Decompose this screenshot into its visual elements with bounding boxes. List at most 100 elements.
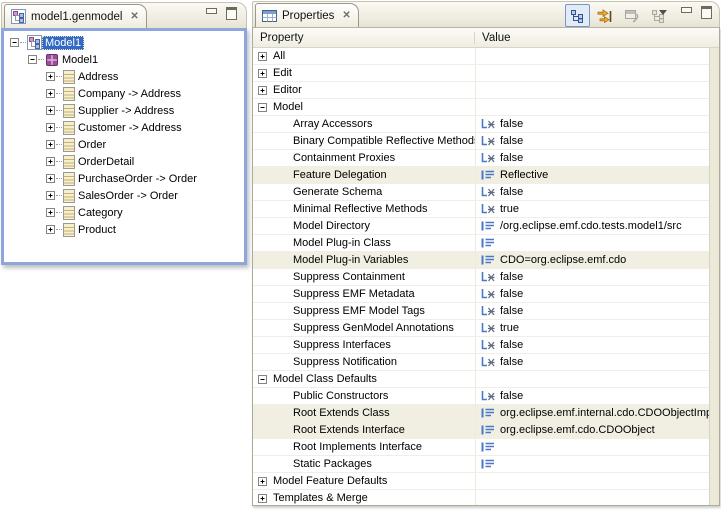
tree-item-label[interactable]: Category	[75, 206, 126, 220]
tree-item[interactable]: PurchaseOrder -> Order	[4, 170, 244, 187]
property-value-cell[interactable]: false	[475, 269, 719, 285]
tree-item[interactable]: Address	[4, 68, 244, 85]
collapse-toggle-icon[interactable]	[258, 375, 267, 384]
expand-toggle-icon[interactable]	[46, 89, 55, 98]
property-value-cell[interactable]: false	[475, 116, 719, 132]
property-name-cell[interactable]: Edit	[253, 65, 475, 81]
property-name-cell[interactable]: Suppress Interfaces	[253, 337, 475, 353]
maximize-button[interactable]	[699, 6, 713, 18]
tree-item-label[interactable]: Address	[75, 70, 121, 84]
property-value-cell[interactable]: false	[475, 303, 719, 319]
expand-toggle-icon[interactable]	[46, 191, 55, 200]
property-name-cell[interactable]: Suppress Containment	[253, 269, 475, 285]
property-name-cell[interactable]: Static Packages	[253, 456, 475, 472]
properties-category-row[interactable]: Templates & Merge	[253, 490, 719, 506]
properties-row[interactable]: Model Plug-in VariablesCDO=org.eclipse.e…	[253, 252, 719, 269]
property-name-cell[interactable]: Root Implements Interface	[253, 439, 475, 455]
close-icon[interactable]: ✕	[342, 11, 350, 21]
properties-category-row[interactable]: Editor	[253, 82, 719, 99]
properties-row[interactable]: Root Extends Classorg.eclipse.emf.intern…	[253, 405, 719, 422]
expand-toggle-icon[interactable]	[46, 106, 55, 115]
expand-toggle-icon[interactable]	[46, 208, 55, 217]
property-value-cell[interactable]: false	[475, 286, 719, 302]
property-name-cell[interactable]: Minimal Reflective Methods	[253, 201, 475, 217]
properties-category-row[interactable]: Edit	[253, 65, 719, 82]
maximize-button[interactable]	[224, 7, 238, 19]
tree-item[interactable]: SalesOrder -> Order	[4, 187, 244, 204]
show-advanced-properties-button[interactable]	[592, 4, 617, 27]
expand-toggle-icon[interactable]	[46, 157, 55, 166]
properties-row[interactable]: Feature DelegationReflective	[253, 167, 719, 184]
properties-row[interactable]: Containment Proxiesfalse	[253, 150, 719, 167]
tree-item-label[interactable]: PurchaseOrder -> Order	[75, 172, 200, 186]
property-name-cell[interactable]: Model Plug-in Class	[253, 235, 475, 251]
column-header-property[interactable]: Property	[253, 32, 475, 44]
expand-toggle-icon[interactable]	[258, 86, 267, 95]
property-value-cell[interactable]: false	[475, 388, 719, 404]
property-name-cell[interactable]: Root Extends Class	[253, 405, 475, 421]
property-value-cell[interactable]: true	[475, 320, 719, 336]
view-menu-icon[interactable]	[659, 10, 667, 15]
property-value-cell[interactable]: org.eclipse.emf.internal.cdo.CDOObjectIm…	[475, 405, 719, 421]
property-value-cell[interactable]	[475, 490, 719, 506]
property-name-cell[interactable]: Suppress Notification	[253, 354, 475, 370]
property-value-cell[interactable]: Reflective	[475, 167, 719, 183]
properties-row[interactable]: Root Extends Interfaceorg.eclipse.emf.cd…	[253, 422, 719, 439]
tree-item-label[interactable]: Product	[75, 223, 119, 237]
property-value-cell[interactable]	[475, 65, 719, 81]
expand-toggle-icon[interactable]	[258, 69, 267, 78]
properties-row[interactable]: Model Directory/org.eclipse.emf.cdo.test…	[253, 218, 719, 235]
property-value-cell[interactable]	[475, 99, 719, 115]
property-name-cell[interactable]: Public Constructors	[253, 388, 475, 404]
property-value-cell[interactable]: true	[475, 201, 719, 217]
property-value-cell[interactable]: /org.eclipse.emf.cdo.tests.model1/src	[475, 218, 719, 234]
expand-toggle-icon[interactable]	[258, 494, 267, 503]
properties-category-row[interactable]: Model Class Defaults	[253, 371, 719, 388]
property-value-cell[interactable]	[475, 456, 719, 472]
properties-row[interactable]: Generate Schemafalse	[253, 184, 719, 201]
property-name-cell[interactable]: Feature Delegation	[253, 167, 475, 183]
expand-toggle-icon[interactable]	[46, 140, 55, 149]
tree-item-label[interactable]: OrderDetail	[75, 155, 137, 169]
property-name-cell[interactable]: All	[253, 48, 475, 64]
collapse-toggle-icon[interactable]	[258, 103, 267, 112]
properties-row[interactable]: Suppress EMF Metadatafalse	[253, 286, 719, 303]
expand-toggle-icon[interactable]	[46, 72, 55, 81]
properties-row[interactable]: Suppress EMF Model Tagsfalse	[253, 303, 719, 320]
tree-item[interactable]: Category	[4, 204, 244, 221]
tree-item[interactable]: Customer -> Address	[4, 119, 244, 136]
collapse-toggle-icon[interactable]	[10, 38, 19, 47]
minimize-button[interactable]	[679, 6, 693, 18]
property-value-cell[interactable]: false	[475, 184, 719, 200]
table-column-header[interactable]: Property Value	[253, 28, 719, 48]
tree-item[interactable]: Model1	[4, 51, 244, 68]
properties-category-row[interactable]: All	[253, 48, 719, 65]
property-value-cell[interactable]: false	[475, 337, 719, 353]
property-name-cell[interactable]: Model Directory	[253, 218, 475, 234]
property-name-cell[interactable]: Suppress EMF Metadata	[253, 286, 475, 302]
properties-row[interactable]: Model Plug-in Class	[253, 235, 719, 252]
properties-row[interactable]: Suppress Interfacesfalse	[253, 337, 719, 354]
properties-row[interactable]: Static Packages	[253, 456, 719, 473]
property-name-cell[interactable]: Generate Schema	[253, 184, 475, 200]
property-value-cell[interactable]	[475, 473, 719, 489]
property-value-cell[interactable]	[475, 371, 719, 387]
property-name-cell[interactable]: Suppress EMF Model Tags	[253, 303, 475, 319]
properties-row[interactable]: Array Accessorsfalse	[253, 116, 719, 133]
property-value-cell[interactable]	[475, 235, 719, 251]
properties-category-row[interactable]: Model Feature Defaults	[253, 473, 719, 490]
tab-model1-genmodel[interactable]: model1.genmodel ✕	[4, 4, 147, 28]
tree-item-label[interactable]: Order	[75, 138, 109, 152]
tree-item-label[interactable]: SalesOrder -> Order	[75, 189, 181, 203]
minimize-button[interactable]	[204, 7, 218, 19]
property-value-cell[interactable]	[475, 439, 719, 455]
expand-toggle-icon[interactable]	[46, 225, 55, 234]
expand-toggle-icon[interactable]	[258, 477, 267, 486]
expand-toggle-icon[interactable]	[258, 52, 267, 61]
property-value-cell[interactable]	[475, 82, 719, 98]
tree-item-label[interactable]: Supplier -> Address	[75, 104, 177, 118]
tree-item[interactable]: OrderDetail	[4, 153, 244, 170]
tree-item[interactable]: Order	[4, 136, 244, 153]
properties-category-row[interactable]: Model	[253, 99, 719, 116]
tree-item-label[interactable]: Customer -> Address	[75, 121, 185, 135]
